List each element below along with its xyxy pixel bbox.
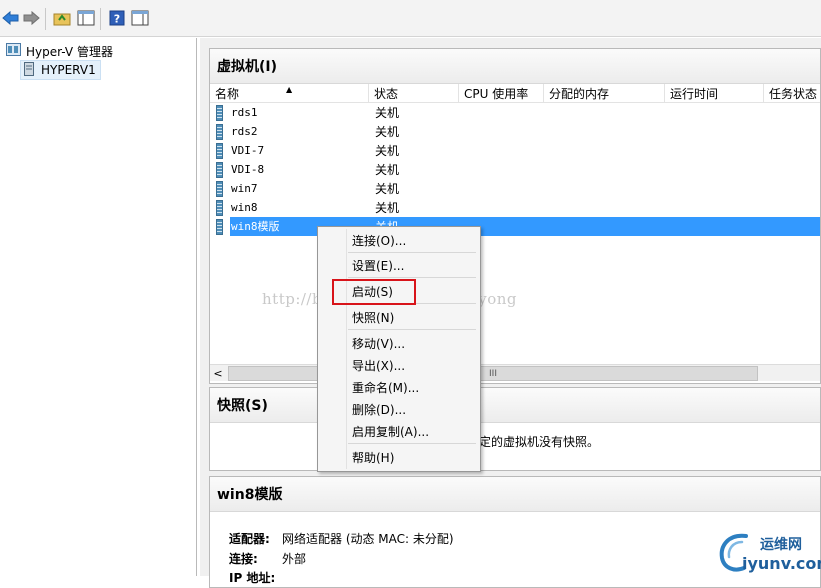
menu-item-rename[interactable]: 重命名(M)... <box>348 377 480 397</box>
virtual-machine-icon <box>216 142 223 159</box>
site-logo: 运维网 iyunv.com <box>716 528 821 574</box>
logo-bottom-text: iyunv.com <box>742 554 821 573</box>
ip-address-label: IP 地址: <box>229 571 276 585</box>
column-header-uptime[interactable]: 运行时间 <box>665 84 764 103</box>
menu-item-move[interactable]: 移动(V)... <box>348 333 480 353</box>
menu-item-delete[interactable]: 删除(D)... <box>348 399 480 419</box>
vm-row[interactable]: win8 关机 <box>210 198 820 217</box>
column-header-memory[interactable]: 分配的内存 <box>544 84 665 103</box>
vm-state: 关机 <box>375 125 400 139</box>
menu-item-export[interactable]: 导出(X)... <box>348 355 480 375</box>
forward-arrow-icon[interactable] <box>22 9 40 27</box>
tree-item-label: HYPERV1 <box>41 63 96 77</box>
console-tree: Hyper-V 管理器 HYPERV1 <box>0 38 197 576</box>
vm-state: 关机 <box>375 144 400 158</box>
show-hide-console-tree-icon[interactable] <box>77 9 95 27</box>
context-menu: 连接(O)... 设置(E)... 启动(S) 快照(N) 移动(V)... 导… <box>317 226 481 472</box>
vm-name: VDI-7 <box>231 144 265 157</box>
virtual-machine-icon <box>216 161 223 178</box>
panel-title: 快照(S) <box>210 388 820 423</box>
menu-item-help[interactable]: 帮助(H) <box>348 447 480 467</box>
column-header-state[interactable]: 状态 <box>369 84 459 103</box>
menu-item-settings[interactable]: 设置(E)... <box>348 255 480 275</box>
vm-row[interactable]: VDI-7 关机 <box>210 141 820 160</box>
vm-name: VDI-8 <box>231 163 265 176</box>
sort-ascending-icon: ▲ <box>286 85 293 94</box>
scrollbar-thumb[interactable]: III <box>228 366 758 381</box>
adapter-label: 适配器: <box>229 532 270 546</box>
menu-item-snapshot[interactable]: 快照(N) <box>348 307 480 327</box>
vm-name: rds1 <box>231 106 258 119</box>
column-header-task-status[interactable]: 任务状态 <box>764 84 820 103</box>
menu-item-enable-replication[interactable]: 启用复制(A)... <box>348 421 480 441</box>
tree-item-hyperv-manager[interactable]: Hyper-V 管理器 <box>6 42 113 60</box>
vm-row[interactable]: rds2 关机 <box>210 122 820 141</box>
menu-item-connect[interactable]: 连接(O)... <box>348 230 480 250</box>
up-folder-icon[interactable] <box>53 9 71 27</box>
column-header-cpu[interactable]: CPU 使用率 <box>459 84 544 103</box>
virtual-machine-icon <box>216 218 223 235</box>
tree-item-server[interactable]: HYPERV1 <box>20 60 101 80</box>
vm-name: rds2 <box>231 125 258 138</box>
virtual-machine-icon <box>216 104 223 121</box>
toolbar: ? <box>0 0 821 37</box>
virtual-machine-icon <box>216 123 223 140</box>
vm-row-selected[interactable]: win8模版 关机 <box>210 217 820 236</box>
vm-name: win7 <box>231 182 258 195</box>
vm-state: 关机 <box>375 163 400 177</box>
vm-row[interactable]: rds1 关机 <box>210 103 820 122</box>
vm-row[interactable]: VDI-8 关机 <box>210 160 820 179</box>
virtual-machine-icon <box>216 180 223 197</box>
hyperv-manager-icon <box>6 43 21 59</box>
panel-title: 虚拟机(I) <box>210 49 820 84</box>
server-icon <box>24 61 36 79</box>
connection-label: 连接: <box>229 552 258 566</box>
vm-row[interactable]: win7 关机 <box>210 179 820 198</box>
logo-top-text: 运维网 <box>760 537 802 553</box>
tree-item-label: Hyper-V 管理器 <box>26 44 113 59</box>
vm-state: 关机 <box>375 201 400 215</box>
virtual-machines-panel: 虚拟机(I) 名称 ▲ 状态 CPU 使用率 分配的内存 运行时间 任务状态 r… <box>209 48 821 384</box>
vm-state: 关机 <box>375 182 400 196</box>
connection-value: 外部 <box>282 552 307 566</box>
vm-state: 关机 <box>375 106 400 120</box>
snapshots-panel: 快照(S) 定的虚拟机没有快照。 <box>209 387 821 471</box>
svg-text:?: ? <box>114 13 120 26</box>
virtual-machine-icon <box>216 199 223 216</box>
highlight-box <box>332 279 416 305</box>
horizontal-scrollbar[interactable]: < III <box>210 364 820 381</box>
no-snapshots-message: 定的虚拟机没有快照。 <box>479 435 600 449</box>
show-hide-action-pane-icon[interactable] <box>131 9 149 27</box>
back-arrow-icon[interactable] <box>2 9 20 27</box>
vm-name: win8 <box>231 201 258 214</box>
help-icon[interactable]: ? <box>108 9 126 27</box>
column-header-name[interactable]: 名称 ▲ <box>210 84 369 103</box>
panel-title: win8模版 <box>210 477 820 512</box>
scroll-left-arrow[interactable]: < <box>210 365 226 381</box>
adapter-value: 网络适配器 (动态 MAC: 未分配) <box>282 532 454 546</box>
vm-list: 名称 ▲ 状态 CPU 使用率 分配的内存 运行时间 任务状态 rds1 关机 … <box>210 84 820 382</box>
